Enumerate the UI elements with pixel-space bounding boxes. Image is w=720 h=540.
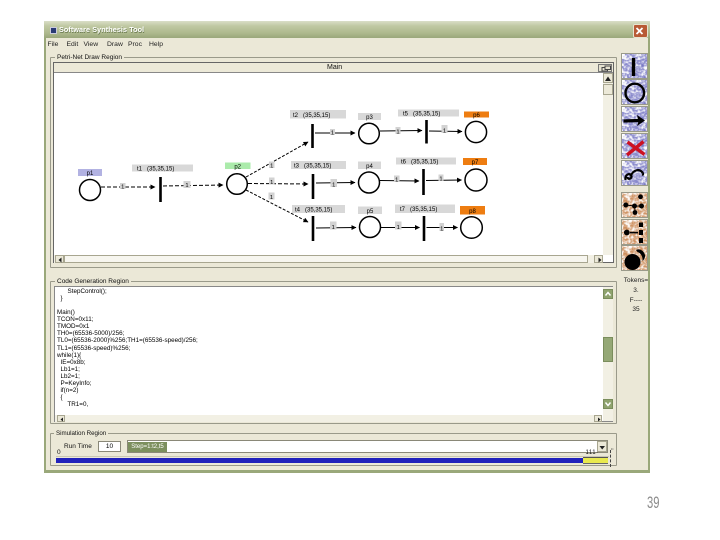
svg-text:1: 1	[270, 163, 273, 169]
svg-text:p3: p3	[366, 115, 373, 121]
svg-text:p8: p8	[469, 209, 476, 215]
svg-text:t1 (35,35,15): t1 (35,35,15)	[137, 167, 174, 173]
svg-text:p1: p1	[87, 171, 94, 177]
svg-text:1: 1	[440, 226, 443, 232]
svg-text:p2: p2	[234, 164, 241, 170]
svg-text:1: 1	[397, 225, 400, 231]
svg-text:t4 (35,35,15): t4 (35,35,15)	[295, 208, 332, 214]
svg-text:1: 1	[331, 130, 334, 136]
svg-text:1: 1	[270, 180, 273, 186]
svg-text:1: 1	[395, 177, 398, 183]
svg-text:p5: p5	[367, 209, 374, 215]
svg-text:1: 1	[121, 185, 124, 191]
svg-text:t2 (35,35,15): t2 (35,35,15)	[293, 113, 330, 119]
svg-text:1: 1	[332, 225, 335, 231]
svg-text:t7 (35,35,15): t7 (35,35,15)	[400, 207, 437, 213]
svg-text:1: 1	[396, 129, 399, 135]
svg-text:p6: p6	[473, 113, 480, 119]
svg-text:1: 1	[443, 128, 446, 134]
svg-text:t3 (35,35,15): t3 (35,35,15)	[294, 164, 331, 170]
svg-text:1: 1	[439, 176, 442, 182]
svg-text:p7: p7	[472, 160, 479, 166]
svg-text:t5 (35,35,15): t5 (35,35,15)	[403, 112, 440, 118]
svg-text:1: 1	[270, 195, 273, 201]
svg-text:1: 1	[185, 183, 188, 189]
svg-text:t6 (35,35,15): t6 (35,35,15)	[401, 160, 438, 166]
svg-text:1: 1	[332, 182, 335, 188]
svg-text:p4: p4	[366, 164, 373, 170]
